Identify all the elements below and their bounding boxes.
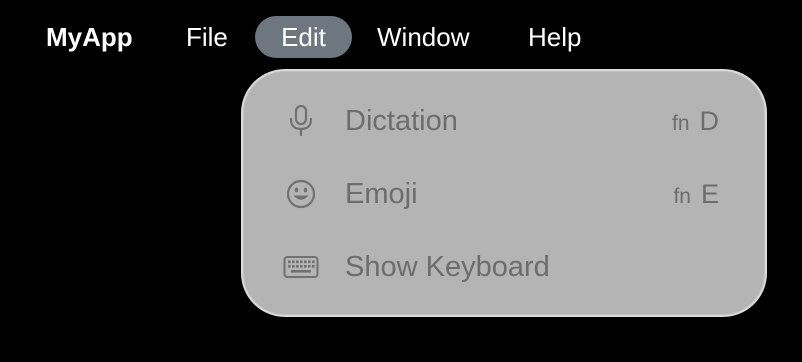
keyboard-shortcut: fn E xyxy=(673,164,719,224)
shortcut-key: E xyxy=(700,179,719,209)
menu-edit[interactable]: Edit xyxy=(255,16,352,58)
menu-item-dictation[interactable]: Dictation fn D xyxy=(243,91,769,151)
menu-help[interactable]: Help xyxy=(528,16,581,58)
shortcut-key: D xyxy=(699,106,720,136)
edit-dropdown-menu: Dictation fn D Emoji fn E Show Keyboard xyxy=(241,69,767,317)
menu-item-emoji[interactable]: Emoji fn E xyxy=(243,164,769,224)
menu-file[interactable]: File xyxy=(186,16,228,58)
menu-item-label: Dictation xyxy=(345,105,458,137)
menu-item-label: Show Keyboard xyxy=(345,251,550,283)
shortcut-modifier: fn xyxy=(673,185,691,208)
app-menu[interactable]: MyApp xyxy=(46,16,133,58)
emoji-smiley-icon xyxy=(283,178,319,210)
menu-window[interactable]: Window xyxy=(377,16,469,58)
microphone-icon xyxy=(283,105,319,137)
screen: MyApp File Edit Window Help Dictation fn… xyxy=(0,0,802,362)
menu-item-show-keyboard[interactable]: Show Keyboard xyxy=(243,237,769,297)
keyboard-icon xyxy=(283,251,319,283)
menu-item-label: Emoji xyxy=(345,178,418,210)
keyboard-shortcut: fn D xyxy=(672,91,719,151)
menu-bar: MyApp File Edit Window Help xyxy=(0,0,802,76)
shortcut-modifier: fn xyxy=(671,112,690,135)
